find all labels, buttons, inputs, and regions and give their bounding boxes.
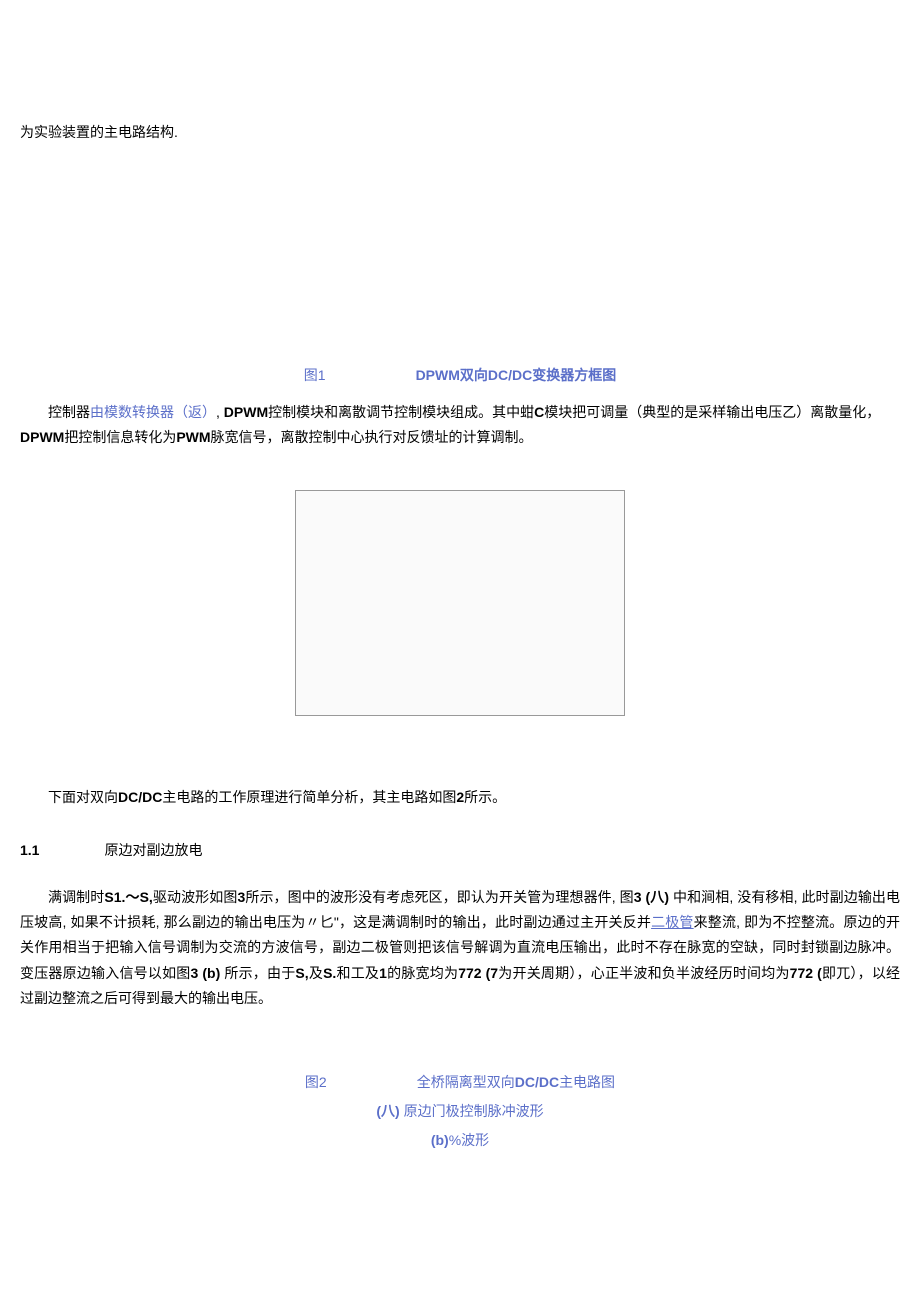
text-bold: DC/DC xyxy=(118,789,162,805)
text-bold: PWM xyxy=(176,429,210,445)
figure-2-prefix: 图2 xyxy=(305,1070,327,1095)
text: 所示，图中的波形没有考虑死区，即认为开关管为理想器件, 图 xyxy=(245,889,633,905)
text: 控制器 xyxy=(48,404,90,420)
paragraph-controller-description: 控制器由模数转换器（返）, DPWM控制模块和离散调节控制模块组成。其中蚶C模块… xyxy=(20,400,900,450)
text: 脉宽信号，离散控制中心执行对反馈址的计算调制。 xyxy=(211,429,533,445)
text: 为开关周期），心正半波和负半波经历时间均为 xyxy=(498,965,790,981)
text: 原边门极控制脉冲波形 xyxy=(400,1103,544,1119)
figure-image-placeholder xyxy=(295,490,625,716)
text: 及 xyxy=(309,965,323,981)
text-bold: (八) xyxy=(376,1103,399,1119)
text-bold: S, xyxy=(295,965,308,981)
figure-1-title-rest: 双向DC/DC变换器方框图 xyxy=(460,367,616,383)
text-bold: C xyxy=(534,404,544,420)
text-bold: S1.〜S, xyxy=(104,889,152,905)
figure-1-title: DPWM双向DC/DC变换器方框图 xyxy=(416,367,617,383)
paragraph-full-modulation: 满调制时S1.〜S,驱动波形如图3所示，图中的波形没有考虑死区，即认为开关管为理… xyxy=(20,885,900,1011)
text: 的脉宽均为 xyxy=(387,965,458,981)
figure-2-caption-line-3: (b)%波形 xyxy=(0,1128,920,1153)
text: 模块把可调量（典型的是采样输出电压乙）离散量化， xyxy=(544,404,880,420)
text: 驱动波形如图 xyxy=(153,889,238,905)
text: 主电路的工作原理进行简单分析，其主电路如图 xyxy=(162,789,456,805)
text: 为实验装置的主电路结构. xyxy=(20,124,178,140)
figure-2-caption-line-2: (八) 原边门极控制脉冲波形 xyxy=(0,1099,920,1124)
text-bold: 772 ( xyxy=(790,965,822,981)
text: 下面对双向 xyxy=(48,789,118,805)
section-number: 1.1 xyxy=(20,838,39,863)
adc-link[interactable]: 由模数转换器（返） xyxy=(90,404,216,420)
text-bold: 1 xyxy=(379,965,387,981)
figure-1-caption: 图1 DPWM双向DC/DC变换器方框图 xyxy=(0,363,920,388)
diode-link[interactable]: 二极管 xyxy=(651,914,694,930)
text: 全桥隔离型双向 xyxy=(417,1074,515,1090)
text: 把控制信息转化为 xyxy=(64,429,176,445)
figure-2-caption-block: 图2 全桥隔离型双向DC/DC主电路图 (八) 原边门极控制脉冲波形 (b)%波形 xyxy=(0,1070,920,1154)
text-bold: DPWM xyxy=(224,404,268,420)
figure-1-dpwm: DPWM xyxy=(416,367,460,383)
section-title: 原边对副边放电 xyxy=(104,842,202,858)
text-bold: 3 (八) xyxy=(634,889,669,905)
text-bold: S. xyxy=(323,965,336,981)
text-bold: DPWM xyxy=(20,429,64,445)
paragraph-circuit-intro: 下面对双向DC/DC主电路的工作原理进行简单分析，其主电路如图2所示。 xyxy=(20,785,900,810)
text: 所示。 xyxy=(464,789,506,805)
text-bold: (b) xyxy=(431,1132,449,1148)
text: 主电路图 xyxy=(559,1074,615,1090)
text-bold: 772 (7 xyxy=(458,965,498,981)
figure-1-prefix: 图1 xyxy=(304,363,326,388)
text: , xyxy=(216,404,224,420)
text: 所示，由于 xyxy=(220,965,295,981)
text-bold: DC/DC xyxy=(515,1074,559,1090)
figure-2-caption-line-1: 图2 全桥隔离型双向DC/DC主电路图 xyxy=(0,1070,920,1095)
text-bold: 2 xyxy=(456,789,464,805)
text: 控制模块和离散调节控制模块组成。其中蚶 xyxy=(268,404,534,420)
text: %波形 xyxy=(449,1132,489,1148)
text: 满调制时 xyxy=(48,889,104,905)
text-bold: 3 (b) xyxy=(191,965,221,981)
section-1-1-heading: 1.1 原边对副边放电 xyxy=(20,838,202,863)
top-continuation-text: 为实验装置的主电路结构. xyxy=(20,120,178,145)
text: 和工及 xyxy=(336,965,379,981)
